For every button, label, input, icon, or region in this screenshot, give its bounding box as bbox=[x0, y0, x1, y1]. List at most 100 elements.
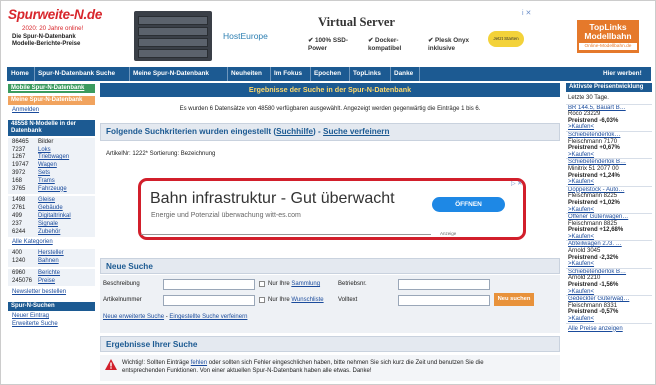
item-name-link[interactable]: Abteilwagen 2./3. … bbox=[568, 241, 650, 248]
buy-link[interactable]: >Kaufen< bbox=[568, 289, 650, 296]
server-image bbox=[134, 11, 212, 61]
list-item[interactable]: 499 Digitaltrinkal bbox=[8, 213, 95, 221]
nav-thanks[interactable]: Danke bbox=[394, 67, 413, 81]
buy-link[interactable]: >Kaufen< bbox=[568, 261, 650, 268]
list-item[interactable]: 2761 Gebäude bbox=[8, 205, 95, 213]
only-label: Nur Ihre Sammlung bbox=[268, 281, 321, 287]
item-name-link[interactable]: Doppelstock - Auto… bbox=[568, 187, 650, 194]
item-name-link[interactable]: Schiebetenderlok B… bbox=[568, 269, 650, 276]
toplinks-banner[interactable]: TopLinks Modellbahn Online-Modellbahn.de bbox=[577, 20, 639, 53]
top-banner-ad[interactable]: HostEurope Virtual Server ✔ 100% SSD-Pow… bbox=[128, 7, 542, 67]
description-input[interactable] bbox=[163, 279, 255, 290]
ad-open-button[interactable]: ÖFFNEN bbox=[432, 197, 505, 212]
list-item[interactable]: 6244 Zubehör bbox=[8, 229, 95, 237]
sidebar-login-link[interactable]: Anmelden bbox=[8, 107, 95, 115]
new-search-title: Neue Suche bbox=[106, 262, 153, 271]
list-item[interactable]: 237 Signale bbox=[8, 221, 95, 229]
item-name-link[interactable]: Offener Güterwagen… bbox=[568, 214, 650, 221]
buy-link[interactable]: >Kaufen< bbox=[568, 179, 650, 186]
sidebar-extended-search[interactable]: Erweiterte Suche bbox=[8, 321, 95, 329]
only-label-2: Nur Ihre Wunschliste bbox=[268, 297, 324, 303]
list-item[interactable]: 400 Hersteller bbox=[8, 250, 95, 258]
criteria-text: ArtikelNr: 1222* Sortierung: Bezeichnung bbox=[106, 151, 216, 157]
nav-advertise[interactable]: Hier werben! bbox=[603, 67, 642, 81]
all-prices-link[interactable]: Alle Preise anzeigen bbox=[566, 324, 652, 333]
ad-title: Virtual Server bbox=[318, 15, 395, 29]
sidebar-newsletter[interactable]: Newsletter bestellen bbox=[8, 289, 95, 297]
new-extended-search-link[interactable]: Neue erweiterte Suche bbox=[103, 314, 164, 320]
list-item[interactable]: 245076 Preise bbox=[8, 278, 95, 286]
nav-search[interactable]: Spur-N-Datenbank Suche bbox=[38, 67, 115, 81]
buy-link[interactable]: >Kaufen< bbox=[568, 152, 650, 159]
buy-link[interactable]: >Kaufen< bbox=[568, 234, 650, 241]
item-name-link[interactable]: Schiebetenderlok B… bbox=[568, 159, 650, 166]
sidebar-group-layout: 1498 Gleise 2761 Gebäude 499 Digitaltrinkal… bbox=[8, 196, 95, 238]
buy-link[interactable]: >Kaufen< bbox=[568, 316, 650, 323]
sidebar-mobile-link[interactable]: Mobile Spur-N-Datenbank bbox=[8, 84, 95, 93]
list-item[interactable]: 1267 Triebwagen bbox=[8, 154, 95, 162]
sidebar-new-entry[interactable]: Neuer Eintrag bbox=[8, 313, 95, 321]
site-logo[interactable]: Spurweite-N.de 2020: 20 Jahre online! Di… bbox=[8, 7, 102, 63]
ad-feature-3: ✔ Plesk Onyx inklusive bbox=[428, 37, 469, 52]
middle-ad[interactable]: Bahn infrastruktur - Gut überwacht Energ… bbox=[138, 178, 526, 240]
search-submit-button[interactable]: Neu suchen bbox=[494, 293, 534, 306]
list-item[interactable]: 1240 Bahnen bbox=[8, 258, 95, 266]
volltext-label: Volltext bbox=[338, 297, 358, 303]
list-item[interactable]: 19747 Wagen bbox=[8, 162, 95, 170]
right-sidebar: Aktivste Preisentwicklung Letzte 30 Tage… bbox=[566, 83, 652, 383]
betriebsnr-input[interactable] bbox=[398, 279, 490, 290]
collection-link[interactable]: Sammlung bbox=[291, 281, 320, 287]
only-wishlist-checkbox[interactable] bbox=[259, 297, 265, 303]
adchoices-icon[interactable]: i ✕ bbox=[522, 9, 531, 17]
betriebsnr-label: Betriebsnr. bbox=[338, 281, 367, 287]
nav-my-db[interactable]: Meine Spur-N-Datenbank bbox=[133, 67, 209, 81]
logo-line1: Die Spur-N-Datenbank bbox=[12, 34, 76, 40]
warning-text: Wichtig!: Sollten Einträge fehlen oder s… bbox=[122, 360, 484, 366]
price-trend-sub: Letzte 30 Tage. bbox=[566, 92, 652, 105]
sidebar-group-makers: 400 Hersteller 1240 Bahnen bbox=[8, 249, 95, 267]
ad-feature-2: ✔ Docker-kompatibel bbox=[368, 37, 402, 52]
list-item[interactable]: 1498 Gleise bbox=[8, 197, 95, 205]
list-item[interactable]: 7237 Loks bbox=[8, 147, 95, 155]
page-title: Ergebnisse der Suche in der Spur-N-Daten… bbox=[100, 83, 560, 97]
nav-epochs[interactable]: Epochen bbox=[314, 67, 341, 81]
toplinks-line3: Online-Modellbahn.de bbox=[579, 43, 637, 50]
results-warning: Wichtig!: Sollten Einträge fehlen oder s… bbox=[100, 355, 560, 381]
item-name-link[interactable]: Schiebetenderlok… bbox=[568, 132, 650, 139]
item-name-link[interactable]: Gedeckter Güterwag… bbox=[568, 296, 650, 303]
sidebar-my-db-link[interactable]: Meine Spur-N-Datenbank bbox=[8, 96, 95, 105]
missing-entries-link[interactable]: fehlen bbox=[191, 360, 207, 366]
article-number-input[interactable] bbox=[163, 295, 255, 306]
list-item[interactable]: 3972 Sets bbox=[8, 170, 95, 178]
search-help-link[interactable]: Suchhilfe bbox=[276, 127, 313, 136]
nav-home[interactable]: Home bbox=[11, 67, 29, 81]
criteria-separator: ) - bbox=[313, 127, 324, 136]
list-item[interactable]: 3765 Fahrzeuge bbox=[8, 186, 95, 194]
page: Spurweite-N.de 2020: 20 Jahre online! Di… bbox=[0, 0, 656, 385]
sidebar-group-reports: 6960 Berichte 245076 Preise bbox=[8, 268, 95, 287]
list-item: Schiebetenderlok… Fleischmann 7170 Preistr… bbox=[566, 132, 652, 160]
list-item[interactable]: 168 Trams bbox=[8, 178, 95, 186]
refine-search-link[interactable]: Suche verfeinern bbox=[323, 127, 389, 136]
ad-close-icon[interactable]: ▷ ✕ bbox=[511, 180, 522, 187]
fulltext-input[interactable] bbox=[398, 295, 490, 306]
only-collection-checkbox[interactable] bbox=[259, 281, 265, 287]
buy-link[interactable]: >Kaufen< bbox=[568, 124, 650, 131]
buy-link[interactable]: >Kaufen< bbox=[568, 207, 650, 214]
results-header: Ergebnisse Ihrer Suche bbox=[100, 336, 560, 352]
refine-set-search-link[interactable]: Eingestellte Suche verfeinern bbox=[169, 314, 247, 320]
nav-news[interactable]: Neuheiten bbox=[231, 67, 262, 81]
nav-focus[interactable]: Im Fokus bbox=[274, 67, 302, 81]
list-item[interactable]: 6960 Berichte bbox=[8, 270, 95, 278]
search-links: Neue erweiterte Suche - Eingestellte Suc… bbox=[103, 314, 248, 320]
list-item: 86465 Bilder bbox=[12, 138, 54, 145]
wishlist-link[interactable]: Wunschliste bbox=[291, 297, 323, 303]
list-item: Offener Güterwagen… Fleischmann 8825 Preis… bbox=[566, 214, 652, 242]
nav-toplinks[interactable]: TopLinks bbox=[353, 67, 381, 81]
ad-start-button[interactable]: Jetzt Starten bbox=[488, 31, 524, 47]
sidebar-all-categories[interactable]: Alle Kategorien bbox=[8, 239, 95, 247]
logo-line2: Modelle-Berichte-Preise bbox=[12, 41, 81, 47]
item-name-link[interactable]: BR 144.5, Bauart B… bbox=[568, 105, 650, 112]
article-label: Artikelnummer bbox=[103, 297, 142, 303]
new-search-header: Neue Suche bbox=[100, 258, 560, 274]
